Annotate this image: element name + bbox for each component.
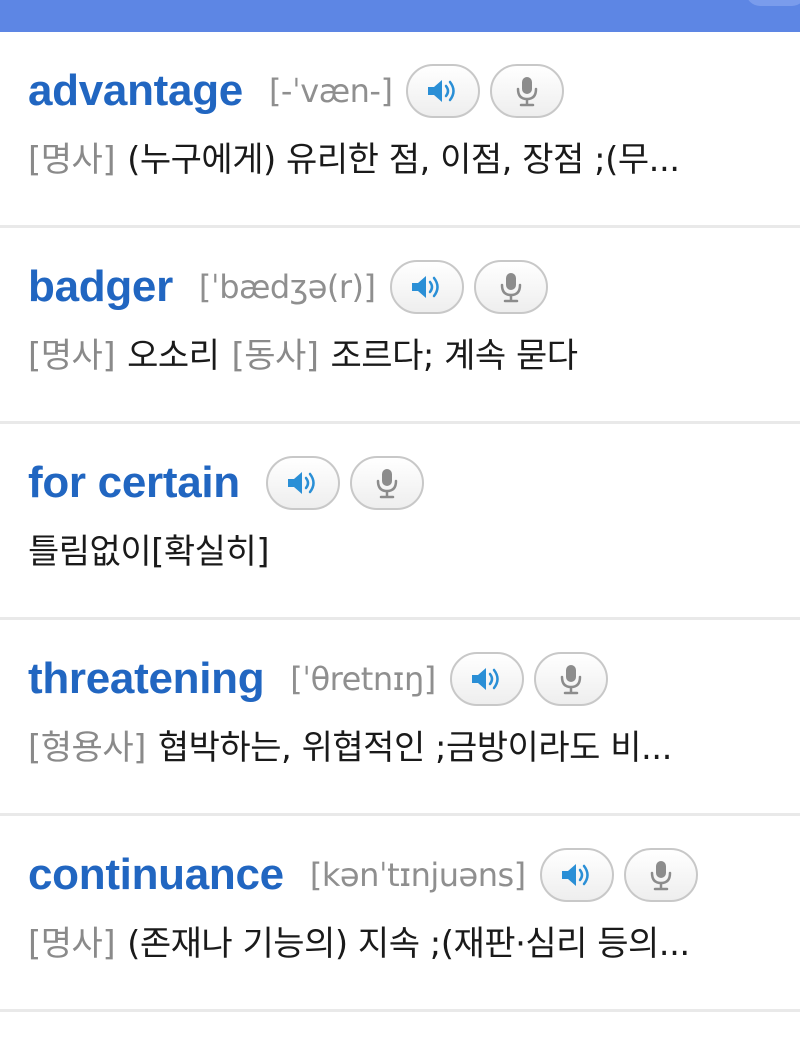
entry-header: badger [ˈbædʒə(r)]: [28, 260, 558, 314]
word-entry[interactable]: continuance [kənˈtɪnjuəns] [명사] (존재나 기능의…: [0, 816, 800, 1012]
part-of-speech: [명사]: [28, 336, 116, 376]
definition-text: 협박하는, 위협적인 ;금방이라도 비...: [157, 728, 673, 768]
pronunciation: [-ˈvæn-]: [268, 72, 393, 110]
word-entry[interactable]: threatening [ˈθretnɪŋ] [형용사] 협박하는, 위협적인 …: [0, 620, 800, 816]
pronunciation: [ˈθretnɪŋ]: [290, 660, 436, 698]
part-of-speech: [형용사]: [28, 728, 146, 768]
definition-text-secondary: 조르다; 계속 묻다: [330, 336, 579, 376]
entry-word[interactable]: advantage: [28, 66, 243, 116]
entry-header: advantage [-ˈvæn-]: [28, 64, 574, 118]
play-audio-button[interactable]: [406, 64, 481, 118]
speaker-icon: [411, 276, 439, 298]
word-list: advantage [-ˈvæn-] [명사] (누구에게) 유리한 점, 이점…: [0, 32, 800, 1012]
part-of-speech: [명사]: [28, 924, 116, 964]
microphone-icon: [650, 861, 671, 891]
microphone-icon: [376, 469, 398, 499]
part-of-speech-secondary: [동사]: [231, 336, 319, 376]
definition-text: 오소리: [127, 336, 220, 376]
top-bar-corner: [746, 0, 800, 6]
entry-header: threatening [ˈθretnɪŋ]: [28, 652, 618, 706]
play-audio-button[interactable]: [449, 652, 524, 706]
entry-word[interactable]: badger: [28, 262, 173, 312]
definition: [명사] (존재나 기능의) 지속 ;(재판·심리 등의...: [28, 916, 788, 965]
word-entry[interactable]: for certain 틀림없이[확실히]: [0, 424, 800, 620]
definition-text: 틀림없이[확실히]: [28, 532, 270, 572]
pronunciation: [kənˈtɪnjuəns]: [309, 856, 526, 894]
definition: 틀림없이[확실히]: [28, 524, 788, 573]
speaker-icon: [287, 472, 315, 494]
record-button[interactable]: [623, 848, 698, 902]
play-audio-button[interactable]: [539, 848, 614, 902]
record-button[interactable]: [473, 260, 548, 314]
pronunciation: [ˈbædʒə(r)]: [198, 268, 376, 306]
microphone-icon: [500, 273, 521, 303]
entry-word[interactable]: for certain: [28, 458, 240, 508]
speaker-icon: [428, 80, 456, 102]
microphone-icon: [517, 77, 538, 107]
play-audio-button[interactable]: [389, 260, 464, 314]
definition: [형용사] 협박하는, 위협적인 ;금방이라도 비...: [28, 720, 788, 769]
record-button[interactable]: [490, 64, 565, 118]
definition-text: (누구에게) 유리한 점, 이점, 장점 ;(무...: [127, 140, 680, 180]
speaker-icon: [471, 668, 499, 690]
play-audio-button[interactable]: [265, 456, 340, 510]
entry-header: continuance [kənˈtɪnjuəns]: [28, 848, 708, 902]
microphone-icon: [560, 665, 582, 695]
word-entry[interactable]: advantage [-ˈvæn-] [명사] (누구에게) 유리한 점, 이점…: [0, 32, 800, 228]
record-button[interactable]: [349, 456, 424, 510]
top-bar: [0, 0, 800, 32]
entry-word[interactable]: threatening: [28, 654, 265, 704]
entry-word[interactable]: continuance: [28, 850, 284, 900]
word-entry[interactable]: badger [ˈbædʒə(r)] [명사]오소리[동사]조르다; 계속: [0, 228, 800, 424]
entry-header: for certain: [28, 456, 434, 510]
speaker-icon: [561, 864, 589, 886]
definition: [명사] (누구에게) 유리한 점, 이점, 장점 ;(무...: [28, 132, 788, 181]
definition: [명사] 오소리 [동사] 조르다; 계속 묻다: [28, 328, 788, 377]
definition-text: (존재나 기능의) 지속 ;(재판·심리 등의...: [127, 924, 690, 964]
part-of-speech: [명사]: [28, 140, 116, 180]
record-button[interactable]: [533, 652, 608, 706]
